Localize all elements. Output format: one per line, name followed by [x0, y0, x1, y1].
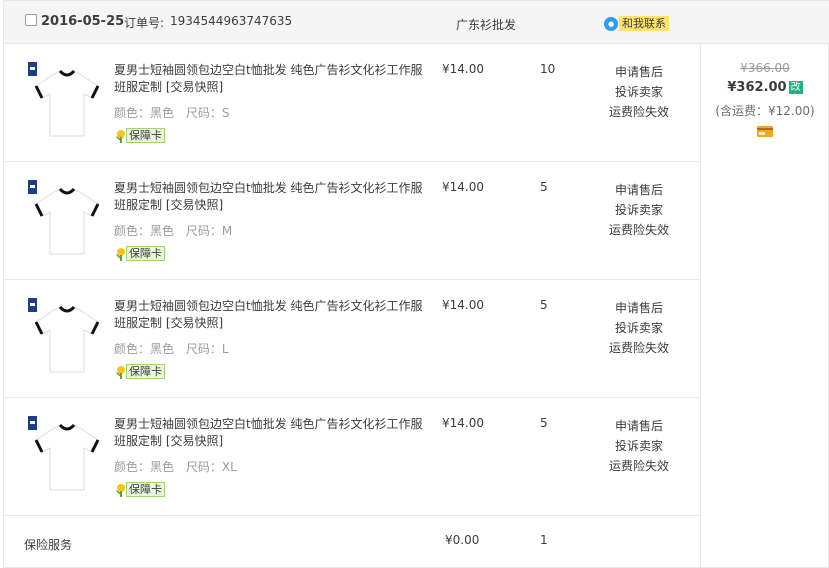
shipping-insurance-status: 运费险失效: [608, 223, 669, 237]
product-attributes: 颜色：黑色 尺码：XL: [114, 458, 245, 475]
product-quantity: 5: [540, 416, 548, 430]
product-quantity: 10: [540, 62, 556, 76]
product-size: 尺码：XL: [185, 460, 237, 474]
product-attributes: 颜色：黑色 尺码：S: [114, 104, 237, 121]
item-actions: 申请售后 投诉卖家 运费险失效: [604, 298, 674, 358]
shipping-insurance-status: 运费险失效: [608, 341, 669, 355]
paid-amount: ¥362.00: [727, 80, 787, 95]
guarantee-badge-label: 保障卡: [126, 364, 165, 379]
contact-seller-button[interactable]: ● 和我联系: [604, 15, 669, 32]
product-attributes: 颜色：黑色 尺码：L: [114, 340, 237, 357]
order-item-row: 夏男士短袖圆领包边空白t恤批发 纯色广告衫文化衫工作服班服定制 [交易快照] 颜…: [4, 44, 700, 162]
insurance-service-row: 保险服务 ¥0.00 1: [4, 516, 700, 568]
apply-after-sales-link[interactable]: 申请售后: [604, 298, 674, 318]
order-item-row: 夏男士短袖圆领包边空白t恤批发 纯色广告衫文化衫工作服班服定制 [交易快照] 颜…: [4, 398, 700, 516]
order-item-row: 夏男士短袖圆领包边空白t恤批发 纯色广告衫文化衫工作服班服定制 [交易快照] 颜…: [4, 280, 700, 398]
guarantee-badge[interactable]: 保障卡: [114, 128, 165, 143]
product-price: ¥14.00: [442, 180, 484, 194]
paid-total: ¥362.00 改: [701, 80, 829, 95]
tshirt-image: [34, 187, 100, 255]
product-price: ¥14.00: [442, 62, 484, 76]
shipping-fee: (含运费：¥12.00): [715, 104, 815, 118]
item-actions: 申请售后 投诉卖家 运费险失效: [604, 62, 674, 122]
product-size: 尺码：M: [185, 224, 233, 238]
insurance-service-label: 保险服务: [24, 538, 73, 552]
product-thumbnail[interactable]: [26, 62, 102, 140]
edit-price-badge[interactable]: 改: [788, 81, 803, 94]
chat-bubble-icon: ●: [604, 16, 618, 31]
complain-seller-link[interactable]: 投诉卖家: [604, 200, 674, 220]
product-thumbnail[interactable]: [26, 180, 102, 258]
item-actions: 申请售后 投诉卖家 运费险失效: [604, 416, 674, 476]
product-thumbnail[interactable]: [26, 416, 102, 494]
guarantee-badge[interactable]: 保障卡: [114, 246, 165, 261]
product-quantity: 5: [540, 180, 548, 194]
order-item-row: 夏男士短袖圆领包边空白t恤批发 纯色广告衫文化衫工作服班服定制 [交易快照] 颜…: [4, 162, 700, 280]
product-attributes: 颜色：黑色 尺码：M: [114, 222, 240, 239]
product-size: 尺码：L: [185, 342, 229, 356]
apply-after-sales-link[interactable]: 申请售后: [604, 62, 674, 82]
order-number-label: 订单号:: [124, 16, 165, 30]
product-title-link[interactable]: 夏男士短袖圆领包边空白t恤批发 纯色广告衫文化衫工作服班服定制 [交易快照]: [114, 62, 424, 96]
complain-seller-link[interactable]: 投诉卖家: [604, 82, 674, 102]
product-title-link[interactable]: 夏男士短袖圆领包边空白t恤批发 纯色广告衫文化衫工作服班服定制 [交易快照]: [114, 416, 424, 450]
select-order-checkbox[interactable]: [25, 14, 37, 26]
product-color: 颜色：黑色: [114, 460, 175, 474]
order-number: 1934544963747635: [170, 14, 293, 28]
shop-name-link[interactable]: 广东衫批发: [456, 16, 516, 33]
guarantee-badge[interactable]: 保障卡: [114, 364, 165, 379]
complain-seller-link[interactable]: 投诉卖家: [604, 436, 674, 456]
order-totals: ¥366.00 ¥362.00 改 (含运费：¥12.00): [700, 44, 829, 568]
original-total: ¥366.00: [740, 61, 790, 75]
order-card: 2016-05-25 订单号: 1934544963747635 广东衫批发 ●…: [3, 0, 829, 568]
shipping-insurance-status: 运费险失效: [608, 105, 669, 119]
product-color: 颜色：黑色: [114, 342, 175, 356]
item-actions: 申请售后 投诉卖家 运费险失效: [604, 180, 674, 240]
guarantee-badge-label: 保障卡: [126, 246, 165, 261]
insurance-service-price: ¥0.00: [445, 533, 480, 547]
product-price: ¥14.00: [442, 416, 484, 430]
apply-after-sales-link[interactable]: 申请售后: [604, 416, 674, 436]
product-title-link[interactable]: 夏男士短袖圆领包边空白t恤批发 纯色广告衫文化衫工作服班服定制 [交易快照]: [114, 180, 424, 214]
order-date: 2016-05-25: [41, 14, 125, 29]
tshirt-image: [34, 305, 100, 373]
product-size: 尺码：S: [185, 106, 230, 120]
apply-after-sales-link[interactable]: 申请售后: [604, 180, 674, 200]
product-title-link[interactable]: 夏男士短袖圆领包边空白t恤批发 纯色广告衫文化衫工作服班服定制 [交易快照]: [114, 298, 424, 332]
insurance-service-quantity: 1: [540, 533, 548, 547]
credit-card-icon[interactable]: [757, 126, 773, 137]
order-header: 2016-05-25 订单号: 1934544963747635 广东衫批发 ●…: [4, 0, 829, 44]
product-thumbnail[interactable]: [26, 298, 102, 376]
product-price: ¥14.00: [442, 298, 484, 312]
tshirt-image: [34, 423, 100, 491]
guarantee-badge-label: 保障卡: [126, 482, 165, 497]
product-color: 颜色：黑色: [114, 224, 175, 238]
product-color: 颜色：黑色: [114, 106, 175, 120]
guarantee-badge[interactable]: 保障卡: [114, 482, 165, 497]
guarantee-badge-label: 保障卡: [126, 128, 165, 143]
contact-seller-label: 和我联系: [619, 16, 669, 31]
complain-seller-link[interactable]: 投诉卖家: [604, 318, 674, 338]
tshirt-image: [34, 69, 100, 137]
product-quantity: 5: [540, 298, 548, 312]
shipping-insurance-status: 运费险失效: [608, 459, 669, 473]
